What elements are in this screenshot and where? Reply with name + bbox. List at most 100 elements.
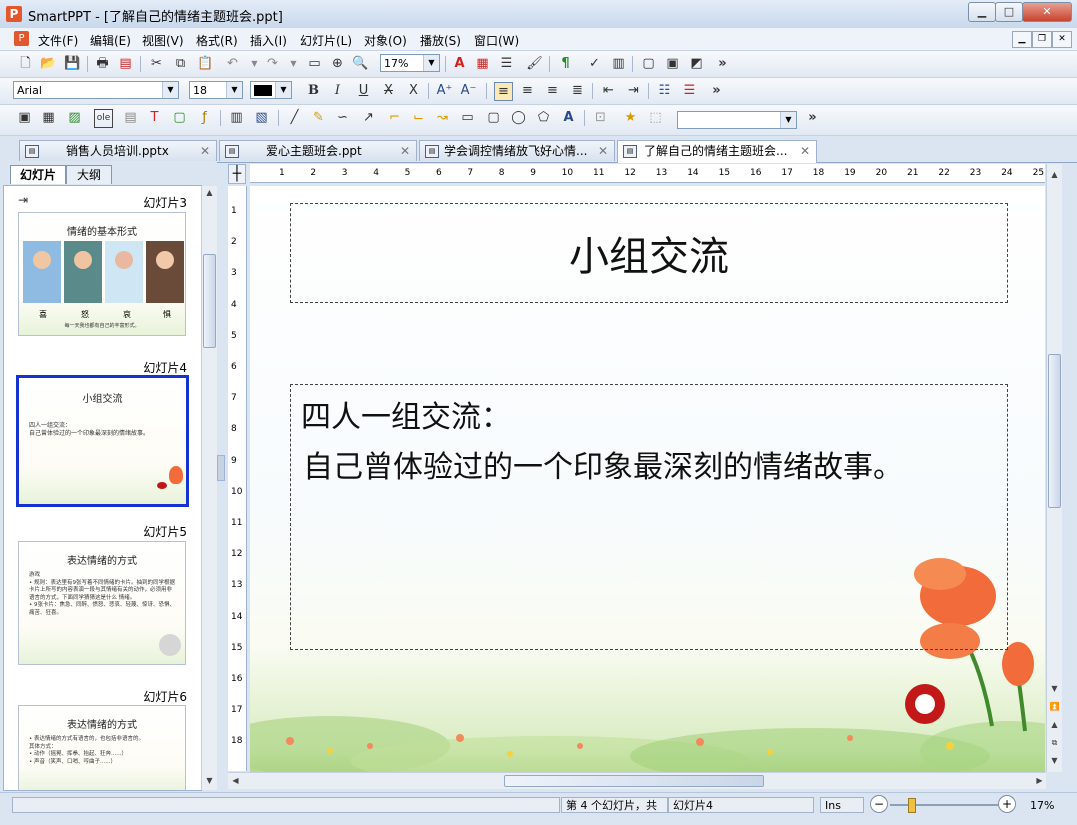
toolbar-overflow-icon[interactable]: » <box>804 109 821 126</box>
horizontal-scrollbar[interactable]: ◀ ▶ <box>228 772 1046 789</box>
zoom-in-icon[interactable]: ⊕ <box>329 55 346 72</box>
slide-layout-icon[interactable]: ▧ <box>253 109 270 126</box>
highlight-icon[interactable]: ▦ <box>474 55 491 72</box>
save-icon[interactable]: 💾 <box>64 55 81 72</box>
rectangle-icon[interactable]: ▭ <box>459 109 476 126</box>
slide-title[interactable]: 小组交流 <box>291 224 1007 282</box>
textbox-icon[interactable]: ▣ <box>16 109 33 126</box>
menu-slide[interactable]: 幻灯片(L) <box>300 32 352 49</box>
new-slide-icon[interactable]: ▥ <box>228 109 245 126</box>
scroll-left-icon[interactable]: ◀ <box>228 774 243 788</box>
menu-edit[interactable]: 编辑(E) <box>90 32 131 49</box>
italic-icon[interactable]: I <box>329 82 346 99</box>
slide-thumbnail-6[interactable]: 表达情绪的方式 • 表达情绪的方式有语言的，也包括非语言的。 其体方式： • 动… <box>18 705 186 790</box>
align-left-icon[interactable]: ≡ <box>494 82 513 101</box>
scroll-right-icon[interactable]: ▶ <box>1032 774 1047 788</box>
print-icon[interactable]: 🖶 <box>94 55 111 72</box>
thumbnail-scrollbar[interactable]: ▲ ▼ <box>201 186 217 790</box>
grow-font-icon[interactable]: A⁺ <box>436 82 453 99</box>
close-icon[interactable]: ✕ <box>800 141 810 161</box>
tab-know-emotions[interactable]: ▤ 了解自己的情绪主题班会... ✕ <box>617 140 817 163</box>
zoom-in-icon[interactable]: + <box>998 795 1016 813</box>
page-icon[interactable]: ▢ <box>640 55 657 72</box>
open-folder-icon[interactable]: 📂 <box>40 55 57 72</box>
tab-love-class[interactable]: ▤ 爱心主题班会.ppt ✕ <box>219 140 417 161</box>
align-right-icon[interactable]: ≡ <box>544 82 561 99</box>
ole-object-icon[interactable]: ole <box>94 109 113 128</box>
previous-slide-icon[interactable]: ▲ <box>1047 718 1062 732</box>
zoom-icon[interactable]: 🔍 <box>352 55 369 72</box>
menu-view[interactable]: 视图(V) <box>142 32 184 49</box>
doc-close-icon[interactable]: ✕ <box>1052 31 1072 48</box>
undo-dropdown-icon[interactable]: ▼ <box>246 55 263 72</box>
slide-view-icon[interactable]: ⧉ <box>1047 736 1062 750</box>
menu-insert[interactable]: 插入(I) <box>250 32 287 49</box>
title-placeholder[interactable]: 小组交流 <box>290 203 1008 303</box>
insert-mode[interactable]: Ins <box>820 797 864 813</box>
zoom-out-icon[interactable]: − <box>870 795 888 813</box>
formula-icon[interactable]: ƒ <box>196 109 213 126</box>
tab-slides[interactable]: 幻灯片 <box>10 165 66 184</box>
tab-sales-training[interactable]: ▤ 销售人员培训.pptx ✕ <box>19 140 217 161</box>
pencil-icon[interactable]: ✎ <box>310 109 327 126</box>
table-icon[interactable]: ▦ <box>40 109 57 126</box>
maximize-button[interactable]: □ <box>995 2 1023 22</box>
menu-format[interactable]: 格式(R) <box>196 32 238 49</box>
first-slide-icon[interactable]: ⏫ <box>1047 700 1062 714</box>
tab-outline[interactable]: 大纲 <box>66 165 112 184</box>
body-placeholder[interactable]: 四人一组交流： 自己曾体验过的一个印象最深刻的情绪故事。 <box>290 384 1008 650</box>
doc-minimize-icon[interactable]: ▁ <box>1012 31 1032 48</box>
slide-canvas[interactable]: 小组交流 四人一组交流： 自己曾体验过的一个印象最深刻的情绪故事。 <box>250 186 1045 772</box>
close-icon[interactable]: ✕ <box>598 141 608 161</box>
fit-page-icon[interactable]: ▭ <box>306 55 323 72</box>
toolbar-overflow-icon[interactable]: » <box>708 82 725 99</box>
justify-icon[interactable]: ≣ <box>569 82 586 99</box>
copy-icon[interactable]: ⧉ <box>172 55 189 72</box>
package-icon[interactable]: ◩ <box>688 55 705 72</box>
zoom-slider-thumb[interactable] <box>908 798 916 813</box>
scrollbar-thumb[interactable] <box>504 775 764 787</box>
indent-increase-icon[interactable]: ⇥ <box>625 82 642 99</box>
scroll-down-icon[interactable]: ▼ <box>202 774 217 788</box>
doc-restore-icon[interactable]: ❐ <box>1032 31 1052 48</box>
cut-icon[interactable]: ✂ <box>148 55 165 72</box>
arrow-icon[interactable]: ↗ <box>360 109 377 126</box>
print-preview-icon[interactable]: ▣ <box>664 55 681 72</box>
minimize-button[interactable]: ▁ <box>968 2 996 22</box>
menu-object[interactable]: 对象(O) <box>364 32 407 49</box>
style-select[interactable]: ▼ <box>677 111 797 129</box>
chart-icon[interactable]: ▤ <box>122 109 139 126</box>
undo-icon[interactable]: ↶ <box>224 55 241 72</box>
scrollbar-thumb[interactable] <box>203 254 216 348</box>
shrink-font-icon[interactable]: A⁻ <box>460 82 477 99</box>
picture-icon[interactable]: ▨ <box>66 109 83 126</box>
bullet-list-icon[interactable]: ☷ <box>656 82 673 99</box>
connector-icon[interactable]: ⌐ <box>386 109 403 126</box>
scroll-down-icon[interactable]: ▼ <box>1047 682 1062 696</box>
scrollbar-thumb[interactable] <box>1048 354 1061 508</box>
font-color-a-icon[interactable]: A <box>451 55 468 72</box>
text-frame-icon[interactable]: T <box>146 109 163 126</box>
font-size-select[interactable]: 18 ▼ <box>189 81 243 99</box>
ruler-origin[interactable]: ┼ <box>228 164 246 184</box>
menu-play[interactable]: 播放(S) <box>420 32 461 49</box>
curved-connector-icon[interactable]: ↝ <box>434 109 451 126</box>
select-object-icon[interactable]: ⬚ <box>647 109 664 126</box>
word-count-icon[interactable]: ▥ <box>610 55 627 72</box>
zoom-slider-track[interactable] <box>890 804 998 806</box>
new-file-icon[interactable]: 🗋 <box>17 55 34 72</box>
slide-body[interactable]: 四人一组交流： 自己曾体验过的一个印象最深刻的情绪故事。 <box>301 393 967 493</box>
slide-thumbnail-5[interactable]: 表达情绪的方式 游戏 • 规则：表达里有9张写着不同情绪的卡片。抽到的同学根据卡… <box>18 541 186 665</box>
font-name-select[interactable]: Arial ▼ <box>13 81 179 99</box>
underline-icon[interactable]: U <box>355 82 372 99</box>
redo-icon[interactable]: ↷ <box>264 55 281 72</box>
close-icon[interactable]: ✕ <box>200 141 210 161</box>
zoom-select[interactable]: 17% ▼ <box>380 54 440 72</box>
scroll-up-icon[interactable]: ▲ <box>202 186 217 200</box>
frame-icon[interactable]: ▢ <box>171 109 188 126</box>
bold-icon[interactable]: B <box>305 82 322 99</box>
menu-file[interactable]: 文件(F) <box>38 32 78 49</box>
line-icon[interactable]: ╱ <box>286 109 303 126</box>
close-icon[interactable]: ✕ <box>400 141 410 161</box>
redo-dropdown-icon[interactable]: ▼ <box>285 55 302 72</box>
